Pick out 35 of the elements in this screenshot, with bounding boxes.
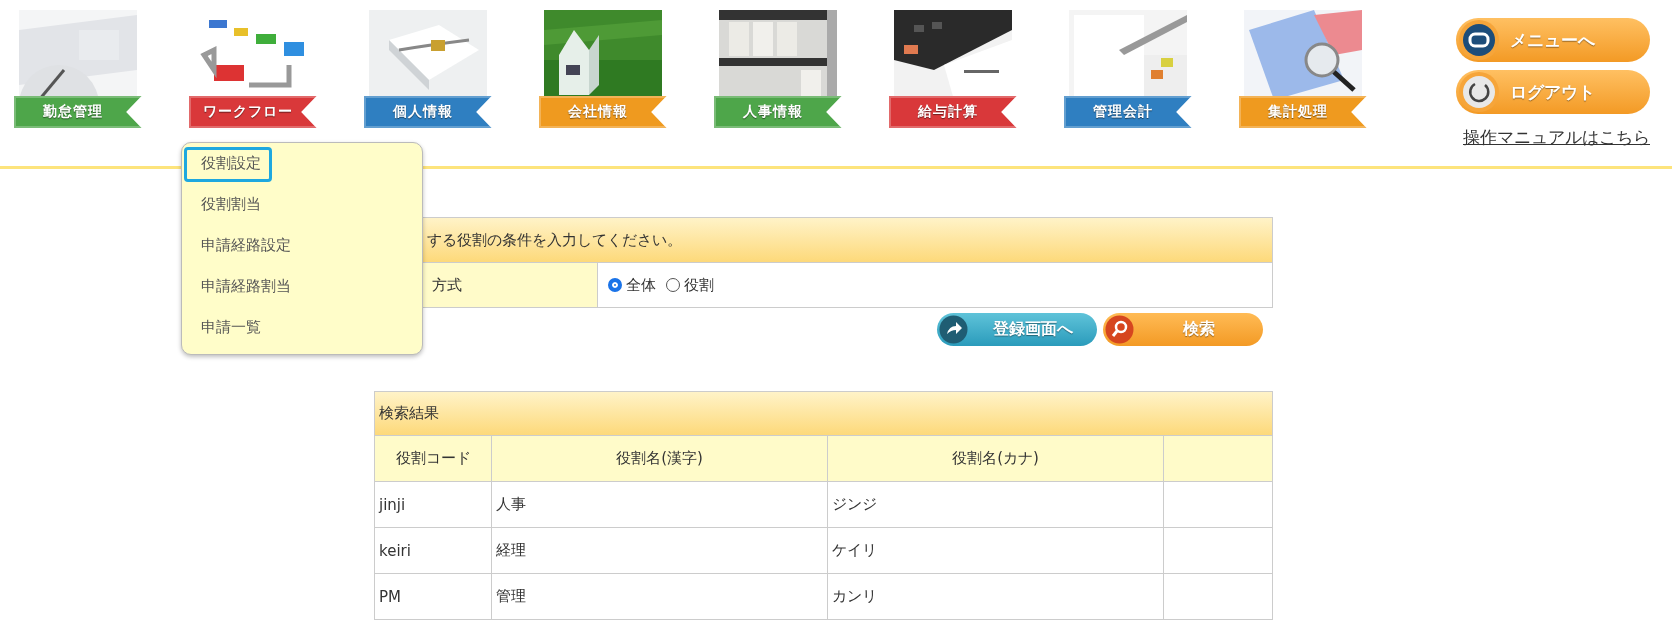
nav-tab[interactable]: 個人情報: [363, 96, 492, 128]
menu-item[interactable]: 申請一覧: [184, 311, 272, 346]
nav-tab[interactable]: 集計処理: [1238, 96, 1367, 128]
table-cell: カンリ: [827, 573, 1164, 620]
menu-item[interactable]: 申請経路設定: [184, 229, 302, 264]
table-cell: ジンジ: [827, 481, 1164, 528]
column-header: 役割コード: [374, 435, 492, 482]
nav-tab[interactable]: 会社情報: [538, 96, 667, 128]
nav-tab[interactable]: 給与計算: [888, 96, 1017, 128]
nav-tab[interactable]: 管理会計: [1063, 96, 1192, 128]
column-header: 役割名(漢字): [491, 435, 828, 482]
column-header: 役割名(カナ): [827, 435, 1164, 482]
nav-tab[interactable]: 勤怠管理: [13, 96, 142, 128]
menu-item[interactable]: 申請経路割当: [184, 270, 302, 305]
results-title: 検索結果: [374, 391, 1273, 435]
table-cell: ケイリ: [827, 527, 1164, 574]
search-icon: [1105, 315, 1134, 344]
register-button[interactable]: 登録画面へ: [937, 313, 1097, 346]
table-cell: 管理: [491, 573, 828, 620]
nav-tab[interactable]: ワークフロー: [188, 96, 317, 128]
menu-item[interactable]: 役割設定: [184, 147, 272, 182]
radio-label: 全体: [626, 275, 656, 295]
radio-label: 役割: [684, 275, 714, 295]
table-cell: 人事: [491, 481, 828, 528]
table-cell: jinji: [374, 481, 492, 528]
nav-tab[interactable]: 人事情報: [713, 96, 842, 128]
table-cell: keiri: [374, 527, 492, 574]
manual-link[interactable]: 操作マニュアルはこちら: [1463, 126, 1650, 149]
menu-item[interactable]: 役割割当: [184, 188, 272, 223]
radio-button[interactable]: [608, 278, 622, 292]
refresh-icon: [1458, 71, 1500, 113]
loop-icon: [1458, 19, 1500, 61]
radio-button[interactable]: [666, 278, 680, 292]
table-cell: 経理: [491, 527, 828, 574]
table-cell: PM: [374, 573, 492, 620]
